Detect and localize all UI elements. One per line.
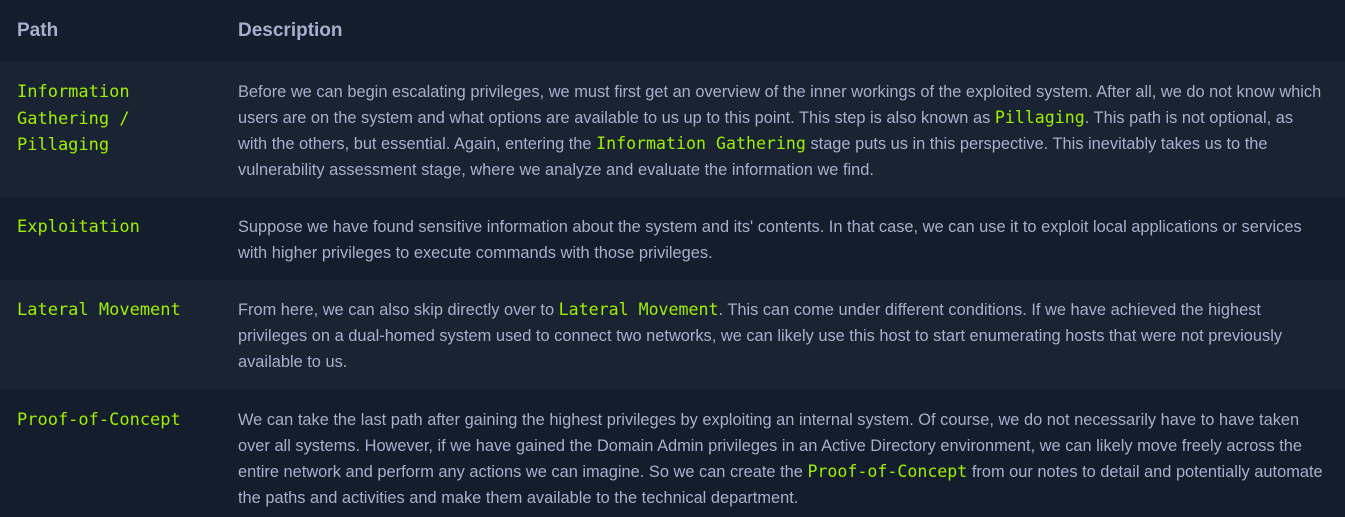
path-line: Pillaging (17, 135, 110, 155)
description-text: Suppose we have found sensitive informat… (238, 218, 1302, 262)
path-line: Information (17, 82, 130, 102)
inline-code: Pillaging (994, 108, 1085, 127)
description-cell: We can take the last path after gaining … (220, 390, 1345, 517)
inline-code: Lateral Movement (558, 300, 719, 319)
description-cell: Before we can begin escalating privilege… (220, 61, 1345, 198)
description-text: From here, we can also skip directly ove… (238, 301, 559, 319)
column-header-path: Path (17, 19, 59, 41)
path-cell: Proof-of-Concept (17, 410, 181, 430)
column-header-description: Description (238, 19, 343, 41)
paths-table: Path Description Information Gathering / P… (0, 0, 1345, 517)
description-cell: Suppose we have found sensitive informat… (220, 198, 1345, 280)
path-line: Gathering / (17, 108, 130, 129)
description-cell: From here, we can also skip directly ove… (220, 280, 1345, 390)
inline-code: Information Gathering (596, 134, 806, 153)
path-cell: Lateral Movement (17, 300, 181, 320)
table-row-proof-of-concept: Proof-of-Concept We can take the last pa… (0, 390, 1345, 517)
table-row-information-gathering: Information Gathering / Pillaging Before w… (0, 61, 1345, 198)
table-row-exploitation: Exploitation Suppose we have found sensi… (0, 198, 1345, 280)
table-header-row: Path Description (0, 0, 1345, 61)
inline-code: Proof-of-Concept (807, 462, 968, 481)
path-cell: Information Gathering / Pillaging (0, 61, 220, 198)
table-row-lateral-movement: Lateral Movement From here, we can also … (0, 280, 1345, 390)
path-cell: Exploitation (17, 217, 140, 237)
